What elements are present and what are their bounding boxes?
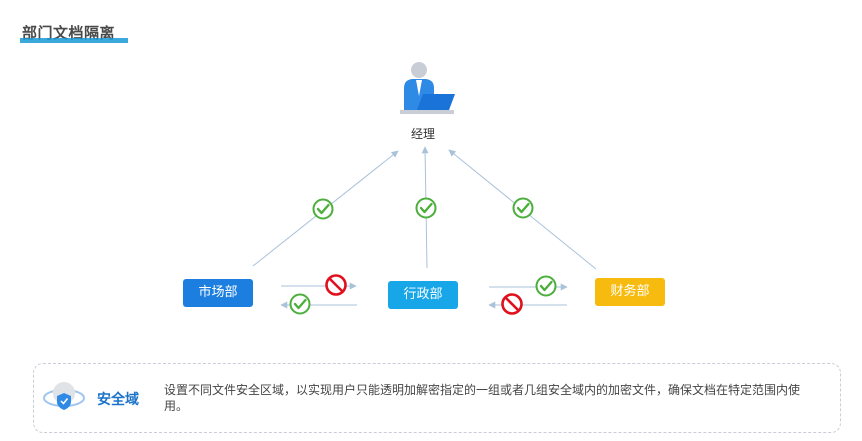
allowed-icon xyxy=(289,293,311,315)
info-text: 设置不同文件安全区域，以实现用户只能透明加解密指定的一组或者几组安全域内的加密文… xyxy=(164,383,801,413)
department-finance: 财务部 xyxy=(595,278,665,306)
manager-at-laptop-icon xyxy=(400,62,455,114)
allowed-icon xyxy=(512,197,534,219)
allowed-icon xyxy=(415,197,437,219)
manager-label: 经理 xyxy=(410,127,435,141)
info-title: 安全域 xyxy=(97,392,139,408)
department-market: 市场部 xyxy=(183,279,253,307)
allowed-icon xyxy=(535,275,557,297)
department-admin: 行政部 xyxy=(388,281,458,309)
denied-icon xyxy=(325,274,347,296)
denied-icon xyxy=(501,293,523,315)
allowed-icon xyxy=(312,198,334,220)
